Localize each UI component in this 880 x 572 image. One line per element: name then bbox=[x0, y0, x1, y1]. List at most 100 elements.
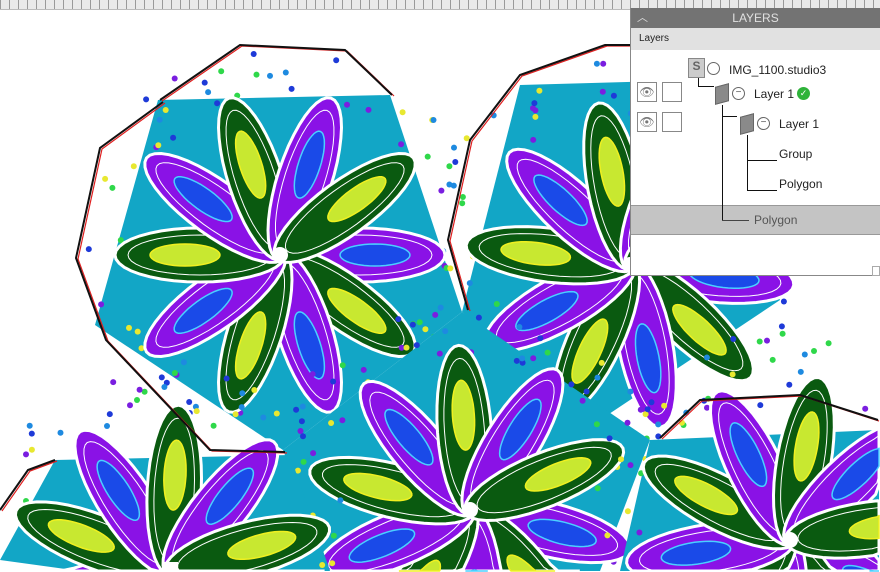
decor-dot bbox=[594, 485, 601, 492]
decor-dot bbox=[214, 100, 221, 107]
decor-dot bbox=[447, 265, 454, 272]
decor-dot bbox=[106, 411, 113, 418]
tree-connector bbox=[747, 190, 777, 191]
decor-dot bbox=[98, 301, 105, 308]
decor-dot bbox=[530, 136, 537, 143]
decor-dot bbox=[463, 135, 470, 142]
tree-connector bbox=[722, 116, 737, 117]
eye-icon[interactable]: 👁 bbox=[637, 82, 657, 102]
decor-dot bbox=[193, 408, 200, 415]
decor-dot bbox=[171, 370, 178, 376]
tree-item-document[interactable]: IMG_1100.studio3 bbox=[729, 63, 826, 77]
decor-dot bbox=[610, 92, 617, 99]
decor-dot bbox=[110, 379, 117, 386]
layer-icon bbox=[715, 83, 729, 105]
decor-dot bbox=[729, 371, 736, 378]
decor-dot bbox=[180, 359, 187, 366]
eye-icon[interactable]: 👁 bbox=[637, 112, 657, 132]
decor-dot bbox=[568, 381, 575, 388]
tree-item-layer[interactable]: Layer 1 bbox=[754, 87, 794, 101]
decor-dot bbox=[459, 200, 466, 207]
decor-dot bbox=[201, 79, 208, 86]
decor-dot bbox=[299, 403, 306, 410]
expand-circle-icon[interactable] bbox=[707, 62, 720, 75]
decor-dot bbox=[583, 388, 590, 395]
decor-dot bbox=[862, 405, 869, 412]
decor-dot bbox=[251, 387, 258, 393]
decor-dot bbox=[28, 430, 35, 437]
tree-connector bbox=[722, 105, 723, 220]
decor-dot bbox=[811, 348, 817, 354]
decor-dot bbox=[156, 116, 163, 123]
decor-dot bbox=[778, 323, 785, 330]
decor-dot bbox=[171, 75, 178, 82]
tree-item-polygon[interactable]: Polygon bbox=[779, 177, 822, 191]
layer-checkbox[interactable] bbox=[662, 112, 682, 132]
decor-dot bbox=[446, 163, 453, 170]
tree-item-layer[interactable]: Layer 1 bbox=[779, 117, 819, 131]
decor-dot bbox=[409, 321, 416, 328]
decor-dot bbox=[430, 117, 437, 123]
decor-dot bbox=[730, 336, 737, 342]
decor-dot bbox=[395, 316, 402, 323]
decor-dot bbox=[451, 144, 457, 151]
decor-dot bbox=[516, 324, 523, 330]
decor-dot bbox=[161, 384, 168, 390]
decor-dot bbox=[126, 324, 132, 331]
decor-dot bbox=[134, 397, 140, 403]
decor-dot bbox=[298, 418, 305, 425]
decor-dot bbox=[365, 106, 372, 113]
tree-connector bbox=[747, 160, 777, 161]
decor-dot bbox=[413, 342, 420, 349]
decor-dot bbox=[594, 374, 601, 381]
decor-dot bbox=[786, 381, 793, 388]
decor-dot bbox=[756, 338, 763, 345]
decor-dot bbox=[422, 326, 429, 333]
decor-dot bbox=[344, 101, 350, 108]
decor-dot bbox=[218, 68, 225, 75]
decor-dot bbox=[452, 159, 459, 165]
tree-item-polygon-selected[interactable]: Polygon bbox=[754, 213, 797, 227]
decor-dot bbox=[158, 374, 165, 381]
mandala-petal bbox=[149, 243, 221, 267]
decor-dot bbox=[300, 458, 307, 465]
decor-dot bbox=[661, 402, 668, 409]
tree-connector bbox=[722, 220, 749, 221]
mandala-petal bbox=[339, 243, 411, 267]
decor-dot bbox=[339, 417, 346, 424]
decor-dot bbox=[599, 88, 606, 95]
decor-dot bbox=[606, 435, 613, 442]
decor-dot bbox=[293, 406, 300, 413]
decor-dot bbox=[627, 462, 634, 469]
tree-item-group[interactable]: Group bbox=[779, 147, 812, 161]
decor-dot bbox=[519, 355, 526, 362]
decor-dot bbox=[273, 410, 280, 417]
layers-panel: ︿ LAYERS Layers S IMG_1100.studio3 👁 − L… bbox=[630, 8, 880, 276]
decor-dot bbox=[618, 456, 624, 463]
decor-dot bbox=[398, 141, 405, 148]
panel-resize-button[interactable] bbox=[872, 266, 880, 276]
decor-dot bbox=[757, 402, 764, 409]
mandala-center bbox=[272, 247, 288, 263]
checkmark-icon: ✓ bbox=[797, 87, 810, 100]
collapse-circle-icon[interactable]: − bbox=[732, 87, 745, 100]
decor-dot bbox=[537, 335, 544, 342]
decor-dot bbox=[536, 87, 543, 94]
decor-dot bbox=[438, 187, 445, 194]
decor-dot bbox=[532, 113, 539, 120]
mandala-center bbox=[462, 502, 478, 518]
chevron-up-icon[interactable]: ︿ bbox=[637, 8, 648, 28]
layer-checkbox[interactable] bbox=[662, 82, 682, 102]
layers-subheader: Layers bbox=[631, 28, 880, 50]
decor-dot bbox=[624, 419, 631, 426]
decor-dot bbox=[593, 60, 600, 67]
decor-dot bbox=[600, 60, 607, 67]
decor-dot bbox=[310, 450, 317, 457]
decor-dot bbox=[330, 532, 337, 539]
tree-connector bbox=[747, 135, 748, 190]
decor-dot bbox=[416, 319, 423, 326]
collapse-circle-icon[interactable]: − bbox=[757, 117, 770, 130]
decor-dot bbox=[339, 362, 346, 369]
decor-dot bbox=[593, 421, 600, 428]
decor-dot bbox=[232, 411, 239, 418]
